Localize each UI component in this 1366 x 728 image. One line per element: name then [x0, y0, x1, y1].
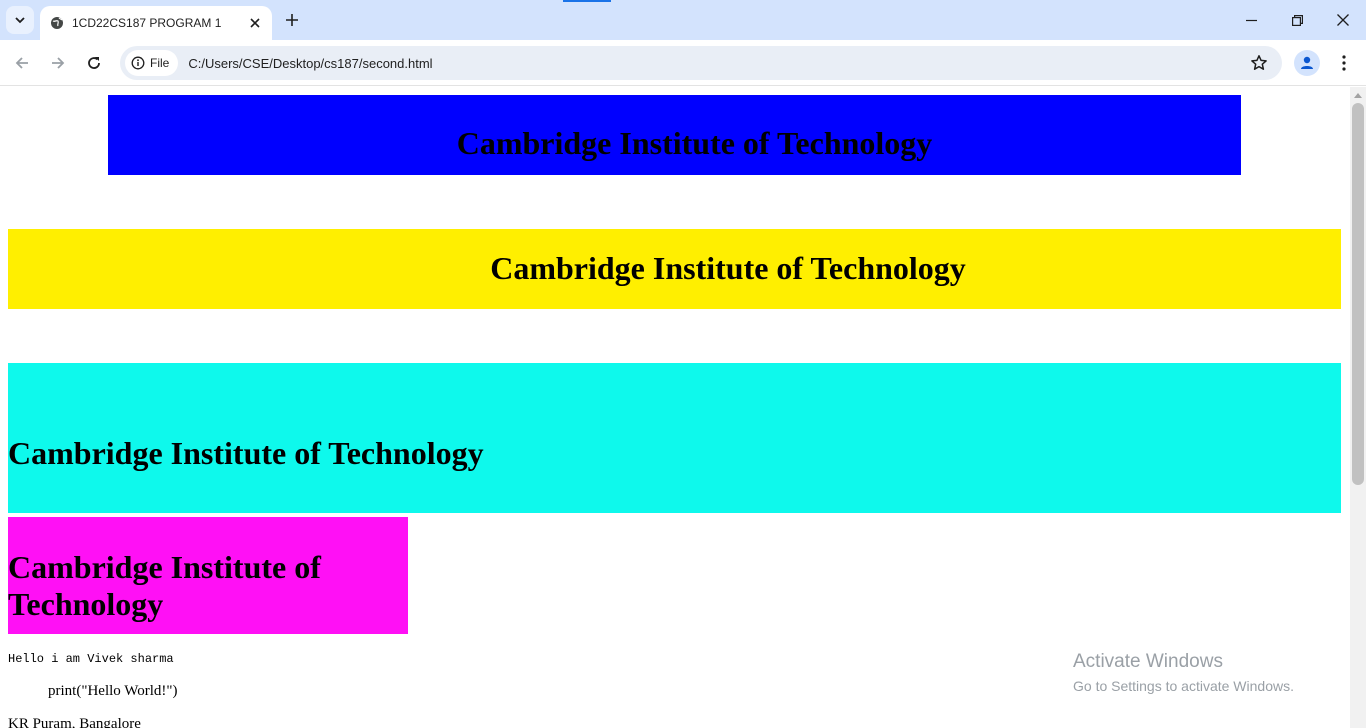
yellow-heading-banner: Cambridge Institute of Technology: [8, 229, 1341, 309]
heading-1: Cambridge Institute of Technology: [456, 125, 933, 161]
heading-3: Cambridge Institute of Technology: [8, 435, 484, 471]
scrollbar-thumb[interactable]: [1352, 103, 1364, 485]
page-viewport: Cambridge Institute of Technology Cambri…: [0, 87, 1350, 728]
url-text[interactable]: C:/Users/CSE/Desktop/cs187/second.html: [188, 56, 432, 71]
active-tab[interactable]: 1CD22CS187 PROGRAM 1: [40, 6, 272, 40]
window-close-icon: [1337, 14, 1349, 26]
reload-icon: [88, 57, 100, 69]
reload-button[interactable]: [78, 47, 110, 79]
magenta-heading-banner: Cambridge Institute of Technology: [8, 517, 408, 634]
site-info-label: File: [150, 56, 170, 70]
kebab-menu-icon: [1342, 55, 1346, 71]
preformatted-text: print("Hello World!"): [48, 683, 178, 699]
address-text: KR Puram, Bangalore: [8, 716, 141, 728]
forward-button[interactable]: [42, 47, 74, 79]
activate-windows-watermark: Activate Windows Go to Settings to activ…: [1073, 651, 1294, 694]
star-icon[interactable]: [1250, 54, 1268, 72]
tab-close-button[interactable]: [246, 14, 264, 32]
new-tab-button[interactable]: [280, 8, 304, 32]
close-icon: [250, 18, 260, 28]
forward-icon: [52, 57, 65, 69]
minimize-button[interactable]: [1228, 0, 1274, 40]
watermark-subtitle: Go to Settings to activate Windows.: [1073, 678, 1294, 694]
tab-strip-accent: [563, 0, 611, 2]
heading-2: Cambridge Institute of Technology: [490, 250, 966, 286]
restore-button[interactable]: [1274, 0, 1320, 40]
tab-strip: 1CD22CS187 PROGRAM 1: [0, 0, 1366, 40]
restore-icon: [1291, 14, 1303, 26]
blue-heading-banner: Cambridge Institute of Technology: [108, 95, 1241, 175]
watermark-title: Activate Windows: [1073, 651, 1223, 672]
tab-search-icon: [15, 17, 25, 24]
window-close-button[interactable]: [1320, 0, 1366, 40]
info-icon: [131, 56, 145, 70]
globe-icon: [51, 17, 63, 29]
browser-menu-button[interactable]: [1334, 50, 1354, 76]
tab-title: 1CD22CS187 PROGRAM 1: [72, 16, 222, 30]
minimize-icon: [1245, 19, 1257, 21]
browser-toolbar: File C:/Users/CSE/Desktop/cs187/second.h…: [0, 40, 1366, 86]
address-bar[interactable]: File C:/Users/CSE/Desktop/cs187/second.h…: [120, 46, 1282, 80]
back-icon: [15, 57, 28, 69]
code-text: Hello i am Vivek sharma: [8, 652, 174, 666]
plus-icon: [286, 14, 298, 26]
back-button[interactable]: [6, 47, 38, 79]
profile-button[interactable]: [1294, 50, 1320, 76]
profile-icon: [1301, 56, 1313, 69]
cyan-heading-banner: Cambridge Institute of Technology: [8, 363, 1341, 513]
vertical-scrollbar[interactable]: [1350, 87, 1366, 728]
heading-4: Cambridge Institute of Technology: [8, 549, 321, 622]
tab-search-button[interactable]: [6, 6, 34, 34]
scroll-up-icon[interactable]: [1353, 91, 1363, 99]
site-info-chip[interactable]: File: [125, 50, 179, 76]
